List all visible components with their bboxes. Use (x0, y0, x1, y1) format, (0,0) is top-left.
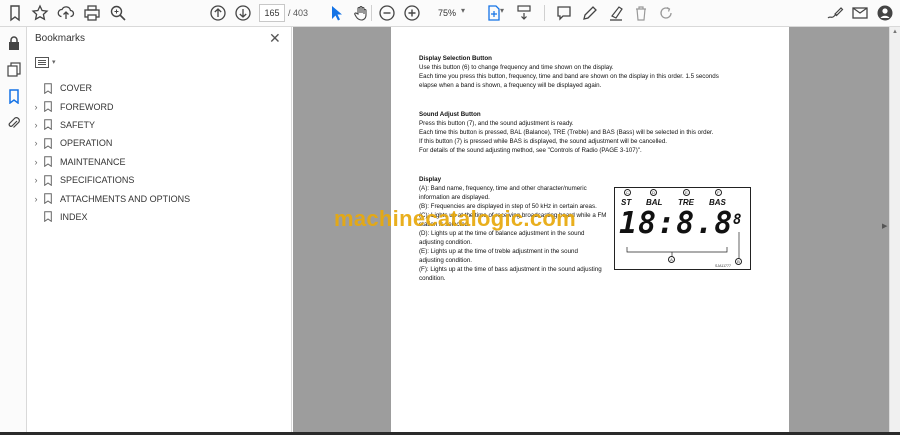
bookmark-item-maintenance[interactable]: › MAINTENANCE (31, 153, 281, 171)
scroll-up-icon[interactable]: ▲ (892, 29, 898, 35)
list-options-icon (35, 56, 49, 68)
bookmark-item-operation[interactable]: › OPERATION (31, 134, 281, 152)
print-icon[interactable] (82, 3, 102, 23)
scroll-mode-icon[interactable] (514, 3, 534, 23)
zoom-in-icon[interactable] (402, 3, 422, 23)
paragraph-line: (F): Lights up at the time of bass adjus… (419, 266, 602, 273)
bracket-lines (626, 232, 740, 261)
bookmark-icon (44, 101, 52, 113)
chevron-right-icon[interactable]: › (31, 138, 41, 148)
chevron-down-icon: ▾ (52, 59, 56, 66)
redo-icon[interactable] (656, 3, 676, 23)
bookmark-item-specifications[interactable]: › SPECIFICATIONS (31, 171, 281, 189)
side-rail (0, 27, 27, 435)
callout-a: A (668, 256, 675, 263)
paragraph-line: If this button (7) is pressed while BAS … (419, 138, 667, 145)
bookmark-options-button[interactable]: ▾ (35, 55, 61, 69)
paragraph-line: (A): Band name, frequency, time and othe… (419, 185, 587, 192)
close-icon[interactable]: ✕ (269, 30, 281, 47)
paragraph-line: adjusting condition. (419, 239, 472, 246)
section-display-selection: Display Selection Button Use this button… (419, 54, 759, 90)
upload-icon[interactable] (56, 3, 76, 23)
bookmark-item-safety[interactable]: › SAFETY (31, 116, 281, 134)
paragraph-line: Each time you press this button, frequen… (419, 73, 719, 80)
attachment-icon[interactable] (4, 114, 23, 133)
paragraph-line: For details of the sound adjusting metho… (419, 147, 642, 154)
bookmark-icon (44, 82, 52, 94)
chevron-right-icon[interactable]: › (31, 175, 41, 185)
collapse-right-icon[interactable]: ▶ (882, 222, 887, 230)
sign-icon[interactable] (825, 3, 845, 23)
cursor-icon[interactable] (326, 3, 346, 23)
bookmark-label: SAFETY (60, 119, 96, 130)
bookmark-icon (44, 156, 52, 168)
bookmark-label: OPERATION (60, 138, 113, 149)
bookmark-icon[interactable] (5, 3, 25, 23)
paragraph-line: (E): Lights up at the time of treble adj… (419, 248, 578, 255)
page-up-icon[interactable] (208, 3, 228, 23)
paragraph-line: Each time this button is pressed, BAL (B… (419, 129, 714, 136)
bookmark-label: FOREWORD (60, 101, 114, 112)
vertical-scrollbar[interactable]: ▲ (889, 27, 900, 435)
chevron-down-icon[interactable]: ▾ (500, 6, 504, 15)
section-heading: Display Selection Button (419, 55, 492, 62)
paragraph-line: elapse when a band is shown, a frequency… (419, 82, 602, 89)
bookmark-label: ATTACHMENTS AND OPTIONS (60, 193, 191, 204)
zoom-search-icon[interactable] (108, 3, 128, 23)
comment-icon[interactable] (554, 3, 574, 23)
pen-icon[interactable] (580, 3, 600, 23)
hand-icon[interactable] (351, 3, 371, 23)
bookmark-icon (44, 138, 52, 149)
bookmarks-panel: Bookmarks ✕ ▾ COVER › FOREWORD › SAFETY … (27, 27, 292, 435)
chevron-right-icon[interactable]: › (31, 120, 41, 130)
page-separator: / (288, 8, 291, 18)
bookmark-item-index[interactable]: INDEX (31, 208, 281, 226)
page-down-icon[interactable] (233, 3, 253, 23)
pages-icon[interactable] (4, 60, 23, 79)
bookmark-item-cover[interactable]: COVER (31, 79, 281, 97)
bookmark-label: SPECIFICATIONS (60, 175, 135, 186)
chevron-right-icon[interactable]: › (31, 102, 41, 112)
radio-display-diagram: C D E F ST BAL TRE BAS 18:8.8 8 A B SJA1… (614, 187, 751, 270)
bookmark-label: INDEX (60, 211, 88, 222)
bookmark-icon (44, 119, 52, 131)
bookmark-item-foreword[interactable]: › FOREWORD (31, 97, 281, 115)
toolbar-divider (371, 5, 372, 21)
highlight-icon[interactable] (606, 3, 626, 23)
zoom-level[interactable]: 75% (428, 4, 472, 22)
page-total: 403 (293, 8, 309, 18)
mail-icon[interactable] (850, 3, 870, 23)
figure-id: SJA11777 (715, 264, 731, 268)
bookmark-icon (44, 193, 52, 205)
bookmark-icon (44, 211, 52, 223)
bookmark-icon (44, 174, 52, 186)
paragraph-line: Press this button (7), and the sound adj… (419, 120, 574, 127)
bookmark-list: COVER › FOREWORD › SAFETY › OPERATION › … (31, 79, 281, 226)
bookmark-label: MAINTENANCE (60, 156, 126, 167)
zoom-out-icon[interactable] (377, 3, 397, 23)
section-heading: Display (419, 176, 442, 183)
panel-title: Bookmarks (35, 33, 86, 44)
chevron-right-icon[interactable]: › (31, 194, 41, 204)
page-number-input[interactable]: 165 (259, 4, 285, 22)
delete-icon[interactable] (631, 3, 651, 23)
paragraph-line: condition. (419, 275, 446, 282)
paragraph-line: information are displayed. (419, 194, 490, 201)
bookmarks-icon[interactable] (4, 87, 23, 106)
callout-b: B (735, 258, 742, 265)
paragraph-line: Use this button (6) to change frequency … (419, 64, 614, 71)
section-sound-adjust: Sound Adjust Button Press this button (7… (419, 110, 759, 155)
chevron-right-icon[interactable]: › (31, 157, 41, 167)
bookmark-label: COVER (60, 83, 93, 94)
account-icon[interactable] (875, 3, 895, 23)
lock-icon[interactable] (4, 34, 23, 53)
section-heading: Sound Adjust Button (419, 111, 481, 118)
toolbar: 165 / 403 75% ▾ ▾ (0, 0, 900, 27)
chevron-down-icon[interactable]: ▾ (461, 6, 465, 15)
toolbar-divider (544, 5, 545, 21)
paragraph-line: adjusting condition. (419, 257, 472, 264)
bookmark-item-attachments[interactable]: › ATTACHMENTS AND OPTIONS (31, 189, 281, 207)
watermark: machinecatalogic.com (334, 206, 576, 231)
star-icon[interactable] (30, 3, 50, 23)
